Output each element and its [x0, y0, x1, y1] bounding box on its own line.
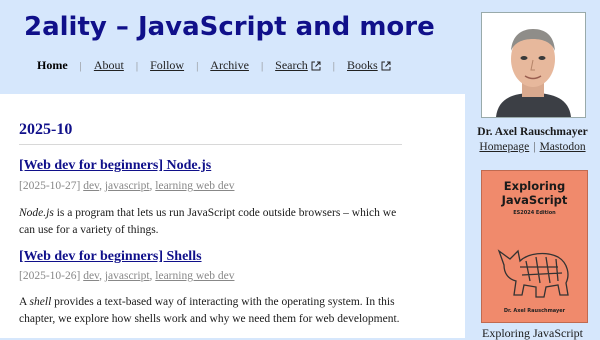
nav-books-label: Books: [347, 58, 378, 72]
excerpt-term: Node.js: [19, 207, 54, 219]
tag-link-learning-web-dev[interactable]: learning web dev: [155, 180, 234, 192]
book-cover[interactable]: Exploring JavaScript ES2024 Edition Dr. …: [481, 170, 588, 323]
book-cover-title: Exploring JavaScript: [482, 179, 587, 207]
nav-books[interactable]: Books: [347, 58, 378, 73]
nav-about[interactable]: About: [94, 58, 124, 73]
post-date: [2025-10-27]: [19, 180, 81, 192]
author-photo: [481, 12, 586, 118]
author-links-separator: |: [533, 141, 536, 153]
external-link-icon: [311, 61, 321, 70]
nav-home[interactable]: Home: [37, 58, 68, 73]
excerpt-text: provides a text-based way of interacting…: [19, 296, 400, 325]
nav-archive[interactable]: Archive: [210, 58, 249, 73]
nav-search[interactable]: Search: [275, 58, 308, 73]
tag-link-learning-web-dev[interactable]: learning web dev: [155, 270, 234, 282]
excerpt-text: is a program that lets us run JavaScript…: [19, 207, 397, 236]
month-heading: 2025-10: [19, 120, 402, 145]
book-cover-author: Dr. Axel Rauschmayer: [503, 308, 566, 314]
tag-link-dev[interactable]: dev: [83, 180, 99, 192]
nav-follow[interactable]: Follow: [150, 58, 184, 73]
nav-separator: |: [332, 59, 335, 72]
author-portrait-image: [482, 13, 585, 117]
excerpt-term: shell: [29, 296, 52, 308]
post-excerpt: A shell provides a text-based way of int…: [19, 294, 414, 328]
mastodon-link[interactable]: Mastodon: [540, 141, 586, 153]
post-meta: [2025-10-26] dev, javascript, learning w…: [19, 270, 235, 282]
nav-separator: |: [135, 59, 139, 72]
nav-search-label: Search: [275, 58, 308, 72]
nav-separator: |: [260, 59, 264, 72]
book-cover-edition: ES2024 Edition: [513, 210, 556, 216]
post-meta: [2025-10-27] dev, javascript, learning w…: [19, 180, 235, 192]
post-excerpt: Node.js is a program that lets us run Ja…: [19, 205, 414, 239]
main-content: 2025-10 [Web dev for beginners] Node.js …: [0, 94, 465, 338]
nav-separator: |: [79, 59, 82, 72]
post-title-link[interactable]: [Web dev for beginners] Shells: [19, 248, 202, 266]
main-nav: Home | About | Follow | Archive | Search…: [37, 58, 391, 73]
nav-separator: |: [196, 59, 199, 72]
rhinoceros-icon: [497, 249, 569, 298]
author-links: Homepage | Mastodon: [465, 139, 600, 155]
tag-link-javascript[interactable]: javascript: [105, 180, 150, 192]
book-cover-title-line: JavaScript: [501, 193, 568, 207]
homepage-link[interactable]: Homepage: [479, 141, 529, 153]
site-title[interactable]: 2ality – JavaScript and more: [24, 10, 435, 44]
post-title-link[interactable]: [Web dev for beginners] Node.js: [19, 157, 211, 175]
post-date: [2025-10-26]: [19, 270, 81, 282]
book-cover-title-line: Exploring: [503, 179, 566, 193]
external-link-icon: [381, 61, 391, 70]
tag-link-javascript[interactable]: javascript: [105, 270, 150, 282]
author-name: Dr. Axel Rauschmayer: [477, 126, 588, 138]
tag-link-dev[interactable]: dev: [83, 270, 99, 282]
excerpt-lead: A: [19, 296, 30, 308]
